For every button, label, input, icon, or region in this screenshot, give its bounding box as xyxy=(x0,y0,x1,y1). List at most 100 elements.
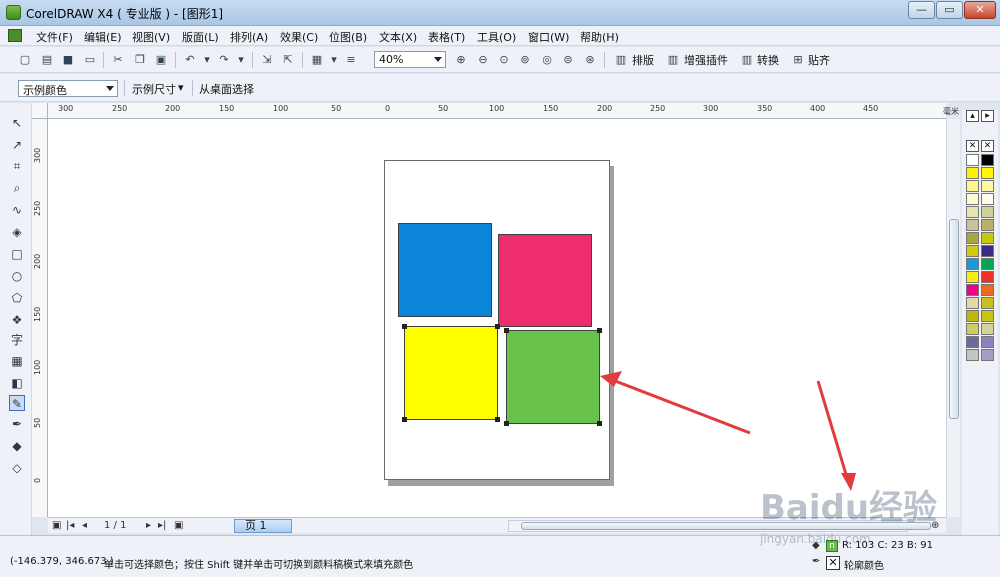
pick-tool-icon[interactable]: ↖ xyxy=(9,115,25,131)
menu-edit[interactable]: 编辑(E) xyxy=(84,29,122,45)
next-page-icon[interactable]: ▸ xyxy=(146,520,151,531)
navigator-icon[interactable]: ⊕ xyxy=(931,520,939,531)
menu-window[interactable]: 窗口(W) xyxy=(528,29,569,45)
palette-scroll-up-icon[interactable]: ▴ xyxy=(966,110,979,122)
palette-swatch[interactable] xyxy=(981,219,994,231)
maximize-button[interactable]: ▭ xyxy=(936,1,963,19)
add-page-icon[interactable]: ▣ xyxy=(174,520,183,531)
drawing-canvas[interactable] xyxy=(48,119,946,517)
palette-swatch[interactable] xyxy=(966,193,979,205)
palette-swatch[interactable] xyxy=(966,167,979,179)
convert-button[interactable]: 转换 xyxy=(757,52,779,68)
palette-swatch[interactable] xyxy=(981,349,994,361)
interactive-fill-tool-icon[interactable]: ◇ xyxy=(9,460,25,476)
palette-swatch[interactable] xyxy=(981,232,994,244)
application-launcher-icon[interactable]: ▦ xyxy=(310,53,324,67)
palette-swatch[interactable] xyxy=(966,219,979,231)
palette-swatch[interactable] xyxy=(981,310,994,322)
menu-text[interactable]: 文本(X) xyxy=(379,29,417,45)
palette-swatch[interactable] xyxy=(981,206,994,218)
zoom-selected-icon[interactable]: ⊙ xyxy=(497,53,511,67)
shape-tool-icon[interactable]: ↗ xyxy=(9,137,25,153)
fill-color-indicator[interactable]: n xyxy=(826,540,838,552)
table-tool-icon[interactable]: ▦ xyxy=(9,353,25,369)
snap-button[interactable]: 贴齐 xyxy=(808,52,830,68)
palette-swatch[interactable] xyxy=(981,245,994,257)
open-icon[interactable]: ▤ xyxy=(40,53,54,67)
palette-swatch[interactable] xyxy=(981,180,994,192)
zoom-page-icon[interactable]: ◎ xyxy=(540,53,554,67)
menu-effects[interactable]: 效果(C) xyxy=(280,29,318,45)
last-page-icon[interactable]: ▸| xyxy=(158,520,166,531)
palette-swatch[interactable] xyxy=(981,258,994,270)
palette-swatch[interactable] xyxy=(966,336,979,348)
palette-swatch[interactable] xyxy=(966,297,979,309)
palette-swatch[interactable] xyxy=(966,258,979,270)
fill-tool-icon[interactable]: ◆ xyxy=(9,438,25,454)
no-outline-icon[interactable]: ✕ xyxy=(826,556,840,570)
zoom-out-icon[interactable]: ⊖ xyxy=(476,53,490,67)
zoom-tool-icon[interactable]: ⌕ xyxy=(9,180,25,196)
redo-icon[interactable]: ↷ xyxy=(217,53,231,67)
palette-swatch[interactable] xyxy=(966,271,979,283)
sample-size-select[interactable]: 示例尺寸 xyxy=(132,81,176,97)
document-icon[interactable] xyxy=(8,29,22,42)
palette-menu-icon[interactable]: ▸ xyxy=(981,110,994,122)
select-from-desktop-button[interactable]: 从桌面选择 xyxy=(199,81,254,97)
palette-swatch[interactable] xyxy=(981,271,994,283)
palette-swatch[interactable] xyxy=(966,245,979,257)
palette-swatch[interactable] xyxy=(966,284,979,296)
basic-shapes-tool-icon[interactable]: ❖ xyxy=(9,312,25,328)
welcome-screen-icon[interactable]: ≡ xyxy=(344,53,358,67)
interactive-tool-icon[interactable]: ◧ xyxy=(9,375,25,391)
crop-tool-icon[interactable]: ⌗ xyxy=(9,158,25,174)
zoom-level-select[interactable]: 40% xyxy=(374,51,446,68)
eyedropper-tool-icon[interactable]: ✎ xyxy=(9,395,25,411)
undo-icon[interactable]: ↶ xyxy=(183,53,197,67)
palette-swatch[interactable] xyxy=(966,180,979,192)
palette-swatch[interactable] xyxy=(981,154,994,166)
rectangle-tool-icon[interactable]: □ xyxy=(9,246,25,262)
menu-view[interactable]: 视图(V) xyxy=(132,29,170,45)
zoom-all-objects-icon[interactable]: ⊚ xyxy=(518,53,532,67)
freehand-tool-icon[interactable]: ∿ xyxy=(9,202,25,218)
palette-swatch[interactable] xyxy=(966,154,979,166)
palette-swatch[interactable] xyxy=(981,284,994,296)
palette-swatch[interactable] xyxy=(966,349,979,361)
close-button[interactable]: ✕ xyxy=(964,1,996,19)
print-icon[interactable]: ▭ xyxy=(83,53,97,67)
import-icon[interactable]: ⇲ xyxy=(260,53,274,67)
redo-dropdown-icon[interactable]: ▾ xyxy=(234,53,248,67)
zoom-width-icon[interactable]: ⊜ xyxy=(561,53,575,67)
palette-swatch[interactable] xyxy=(981,167,994,179)
undo-dropdown-icon[interactable]: ▾ xyxy=(200,53,214,67)
no-fill-swatch-icon[interactable]: ✕ xyxy=(966,140,979,152)
menu-help[interactable]: 帮助(H) xyxy=(580,29,619,45)
menu-file[interactable]: 文件(F) xyxy=(36,29,73,45)
save-icon[interactable]: ■ xyxy=(61,53,75,67)
palette-swatch[interactable] xyxy=(981,336,994,348)
text-tool-icon[interactable]: 字 xyxy=(9,332,25,348)
page-tab[interactable]: 页 1 xyxy=(234,519,292,533)
horizontal-scrollbar[interactable] xyxy=(508,520,931,532)
menu-layout[interactable]: 版面(L) xyxy=(182,29,219,45)
new-document-icon[interactable]: ▢ xyxy=(18,53,32,67)
typeset-button[interactable]: 排版 xyxy=(632,52,654,68)
menu-tools[interactable]: 工具(O) xyxy=(477,29,516,45)
zoom-height-icon[interactable]: ⊛ xyxy=(583,53,597,67)
horizontal-scroll-thumb[interactable] xyxy=(521,522,931,530)
menu-arrange[interactable]: 排列(A) xyxy=(230,29,268,45)
sample-color-select[interactable]: 示例颜色 xyxy=(18,80,118,97)
palette-swatch[interactable] xyxy=(966,310,979,322)
first-page-icon[interactable]: |◂ xyxy=(66,520,74,531)
palette-swatch[interactable] xyxy=(966,206,979,218)
palette-swatch[interactable] xyxy=(981,193,994,205)
menu-table[interactable]: 表格(T) xyxy=(428,29,465,45)
launcher-dropdown-icon[interactable]: ▾ xyxy=(327,53,341,67)
zoom-in-icon[interactable]: ⊕ xyxy=(454,53,468,67)
cut-icon[interactable]: ✂ xyxy=(111,53,125,67)
palette-swatch[interactable] xyxy=(981,323,994,335)
paste-icon[interactable]: ▣ xyxy=(154,53,168,67)
chevron-down-icon[interactable]: ▾ xyxy=(178,81,184,94)
page-options-icon[interactable]: ▣ xyxy=(52,520,61,531)
